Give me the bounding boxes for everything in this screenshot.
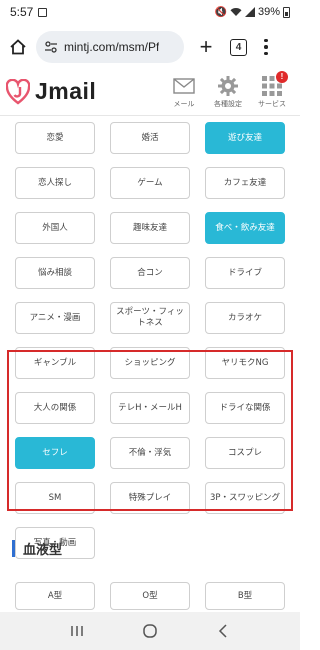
status-right: 🔇 39% <box>215 6 290 18</box>
settings-label: 各種設定 <box>214 99 242 108</box>
home-nav-button[interactable] <box>138 621 162 641</box>
tag-button[interactable]: テレH・メールH <box>110 392 190 424</box>
section-bar <box>12 539 15 557</box>
tag-button[interactable]: 外国人 <box>15 212 95 244</box>
purpose-tag-grid: 恋愛 婚活 遊び友達 恋人探し ゲーム カフェ友達 外国人 趣味友達 食べ・飲み… <box>15 122 285 559</box>
settings-link[interactable]: 各種設定 <box>210 75 246 109</box>
services-label: サービス <box>258 99 286 108</box>
new-tab-button[interactable]: + <box>196 36 216 58</box>
gear-icon <box>218 75 238 96</box>
site-header: Jmail メール 各種設定 ! サービス <box>0 68 300 116</box>
tag-button[interactable]: ショッピング <box>110 347 190 379</box>
mail-link[interactable]: メール <box>166 75 202 109</box>
tag-button[interactable]: ゲーム <box>110 167 190 199</box>
site-logo[interactable]: Jmail <box>6 78 96 105</box>
jmail-logo-icon <box>6 78 30 105</box>
tag-button[interactable]: 特殊プレイ <box>110 482 190 514</box>
blood-type-button[interactable]: A型 <box>15 582 95 610</box>
tag-button[interactable]: 不倫・浮気 <box>110 437 190 469</box>
tag-button[interactable]: スポーツ・フィットネス <box>110 302 190 334</box>
logo-text: Jmail <box>35 78 97 104</box>
tag-button[interactable]: 恋人探し <box>15 167 95 199</box>
browser-menu-button[interactable] <box>261 38 271 56</box>
tag-button[interactable]: 婚活 <box>110 122 190 154</box>
tag-button[interactable]: ギャンブル <box>15 347 95 379</box>
battery-percent: 39% <box>257 6 280 18</box>
browser-toolbar: mintj.com/msm/Pf + 4 <box>0 26 300 68</box>
recents-button[interactable] <box>65 621 89 641</box>
tag-button[interactable]: ドライな関係 <box>205 392 285 424</box>
home-button[interactable] <box>8 37 28 57</box>
tag-button[interactable]: アニメ・漫画 <box>15 302 95 334</box>
tag-button[interactable]: ドライブ <box>205 257 285 289</box>
home-circle-icon <box>143 624 157 638</box>
home-icon <box>10 39 26 55</box>
tag-button[interactable]: ヤリモクNG <box>205 347 285 379</box>
mail-icon <box>173 77 195 94</box>
tag-button[interactable]: 悩み相談 <box>15 257 95 289</box>
tag-button[interactable]: 食べ・飲み友達 <box>205 212 285 244</box>
recents-icon <box>70 626 83 636</box>
mail-label: メール <box>173 99 195 108</box>
blood-type-grid: A型 O型 B型 <box>15 582 285 610</box>
system-nav-bar <box>0 612 300 650</box>
blood-type-button[interactable]: B型 <box>205 582 285 610</box>
tag-button[interactable]: 趣味友達 <box>110 212 190 244</box>
tag-button[interactable]: SM <box>15 482 95 514</box>
wifi-icon <box>230 8 242 16</box>
signal-icon <box>244 7 255 17</box>
tag-button[interactable]: 合コン <box>110 257 190 289</box>
tag-button[interactable]: コスプレ <box>205 437 285 469</box>
status-time: 5:57 <box>10 5 34 19</box>
services-link[interactable]: ! サービス <box>254 70 290 109</box>
tag-button[interactable]: 遊び友達 <box>205 122 285 154</box>
back-chevron-icon <box>219 624 227 638</box>
tag-button[interactable]: カフェ友達 <box>205 167 285 199</box>
blood-type-button[interactable]: O型 <box>110 582 190 610</box>
mute-icon: 🔇 <box>214 6 227 18</box>
tag-button[interactable]: 恋愛 <box>15 122 95 154</box>
section-title: 血液型 <box>12 538 62 558</box>
tag-button[interactable]: 大人の関係 <box>15 392 95 424</box>
section-title-text: 血液型 <box>23 542 63 558</box>
tag-button[interactable]: 3P・スワッピング <box>205 482 285 514</box>
image-notification-icon <box>38 7 48 17</box>
tag-button[interactable]: カラオケ <box>205 302 285 334</box>
site-settings-icon[interactable] <box>44 40 58 54</box>
tab-switcher-button[interactable]: 4 <box>230 38 247 56</box>
back-button[interactable] <box>211 621 235 641</box>
battery-icon <box>283 6 290 18</box>
url-bar[interactable]: mintj.com/msm/Pf <box>36 31 184 63</box>
notification-badge: ! <box>276 70 288 83</box>
header-icons: メール 各種設定 ! サービス <box>166 70 290 109</box>
url-text: mintj.com/msm/Pf <box>64 40 160 54</box>
tag-button[interactable]: セフレ <box>15 437 95 469</box>
status-bar: 5:57 🔇 39% <box>0 0 300 24</box>
